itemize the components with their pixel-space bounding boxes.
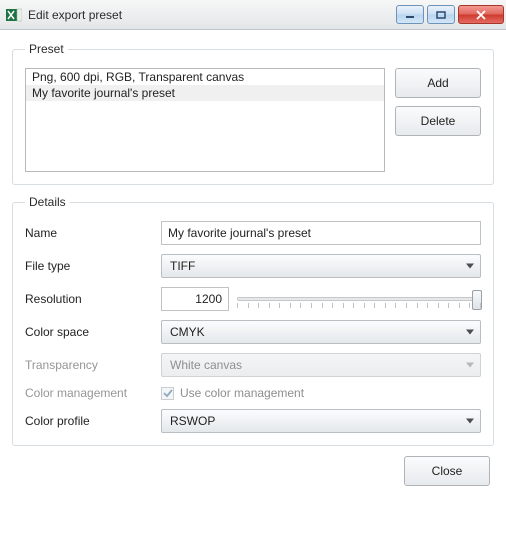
details-legend: Details <box>25 195 70 209</box>
filetype-value: TIFF <box>170 259 195 273</box>
slider-ticks <box>237 303 481 309</box>
resolution-label: Resolution <box>25 292 155 306</box>
name-label: Name <box>25 226 155 240</box>
excel-icon <box>6 7 22 23</box>
window-controls <box>396 5 504 24</box>
maximize-button[interactable] <box>427 5 455 24</box>
slider-thumb[interactable] <box>472 290 482 310</box>
use-color-management-checkbox <box>161 387 174 400</box>
preset-item[interactable]: Png, 600 dpi, RGB, Transparent canvas <box>26 69 384 85</box>
transparency-value: White canvas <box>170 358 242 372</box>
preset-list[interactable]: Png, 600 dpi, RGB, Transparent canvas My… <box>25 68 385 172</box>
color-profile-value: RSWOP <box>170 414 215 428</box>
close-button[interactable] <box>458 5 504 24</box>
close-icon <box>475 10 487 20</box>
delete-button[interactable]: Delete <box>395 106 481 136</box>
filetype-select[interactable]: TIFF <box>161 254 481 278</box>
footer: Close <box>12 456 494 490</box>
minimize-icon <box>405 11 415 19</box>
preset-item[interactable]: My favorite journal's preset <box>26 85 384 101</box>
check-icon <box>163 388 173 398</box>
chevron-down-icon <box>466 363 474 368</box>
minimize-button[interactable] <box>396 5 424 24</box>
color-profile-select[interactable]: RSWOP <box>161 409 481 433</box>
resolution-slider[interactable] <box>237 287 481 311</box>
window-title: Edit export preset <box>28 8 396 22</box>
chevron-down-icon <box>466 330 474 335</box>
content: Preset Png, 600 dpi, RGB, Transparent ca… <box>0 30 506 546</box>
transparency-select: White canvas <box>161 353 481 377</box>
filetype-label: File type <box>25 259 155 273</box>
add-button[interactable]: Add <box>395 68 481 98</box>
colorspace-value: CMYK <box>170 325 205 339</box>
window: Edit export preset Preset Png, 600 dpi, … <box>0 0 506 546</box>
chevron-down-icon <box>466 264 474 269</box>
preset-group: Preset Png, 600 dpi, RGB, Transparent ca… <box>12 42 494 185</box>
transparency-label: Transparency <box>25 358 155 372</box>
use-color-management-label: Use color management <box>180 386 304 400</box>
titlebar: Edit export preset <box>0 0 506 30</box>
close-dialog-button[interactable]: Close <box>404 456 490 486</box>
name-input[interactable] <box>161 221 481 245</box>
color-management-label: Color management <box>25 386 155 400</box>
colorspace-select[interactable]: CMYK <box>161 320 481 344</box>
colorspace-label: Color space <box>25 325 155 339</box>
color-profile-label: Color profile <box>25 414 155 428</box>
maximize-icon <box>436 11 446 19</box>
chevron-down-icon <box>466 419 474 424</box>
details-group: Details Name File type TIFF Resolution <box>12 195 494 446</box>
preset-legend: Preset <box>25 42 68 56</box>
resolution-input[interactable] <box>161 287 229 311</box>
